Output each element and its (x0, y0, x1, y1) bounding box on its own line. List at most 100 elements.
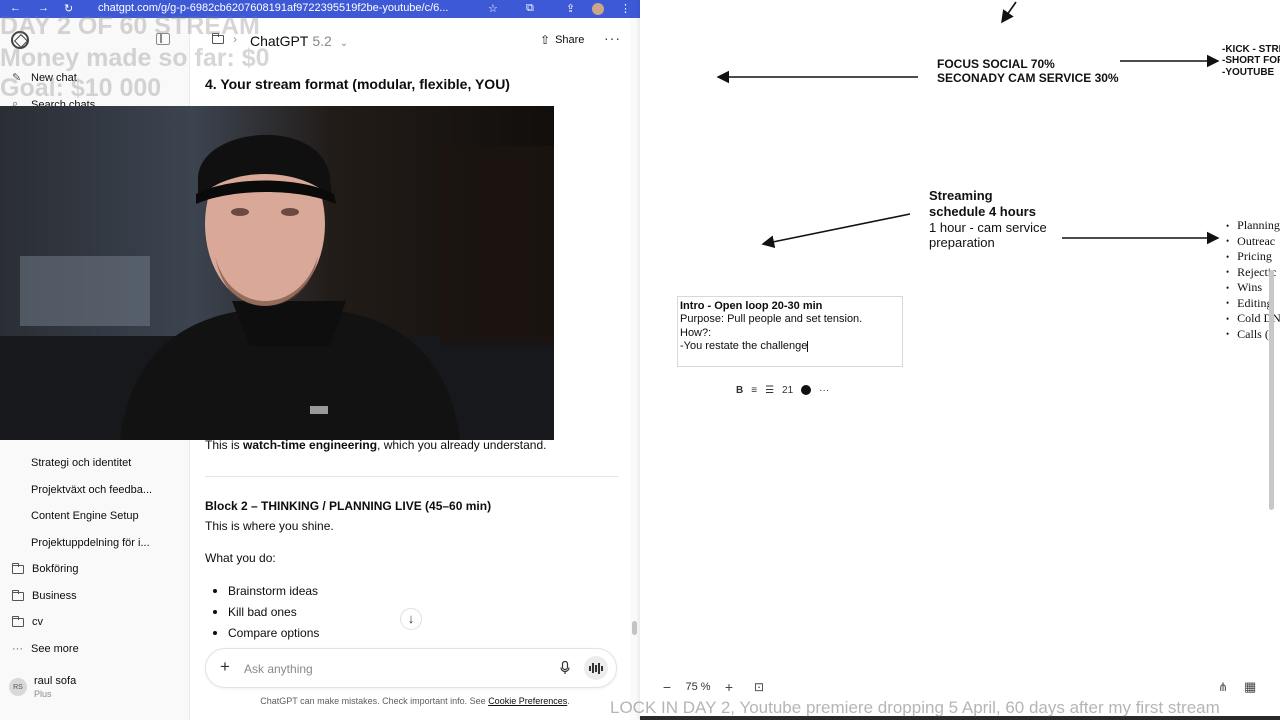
list-item: Outreac (1226, 234, 1280, 250)
divider (205, 476, 618, 477)
arrow[interactable] (1001, 1, 1017, 24)
font-size-value[interactable]: 21 (782, 385, 793, 396)
more-dots-icon: ··· (12, 643, 23, 655)
model-name: ChatGPT (250, 33, 309, 49)
disclaimer-text: ChatGPT can make mistakes. Check importa… (260, 696, 489, 706)
streaming-hours[interactable]: schedule 4 hours (929, 204, 1036, 219)
webcam-feed (0, 106, 554, 440)
disclaimer-text: . (567, 696, 570, 706)
watch-time-paragraph: This is watch-time engineering, which yo… (205, 438, 625, 452)
screen: ← → ↻ chatgpt.com/g/g-p-6982cb6207608191… (0, 0, 1280, 720)
folder-icon (12, 615, 24, 627)
project-chat-item[interactable]: Strategi och identitet (31, 457, 131, 469)
list-item-text: Kill bad ones (228, 605, 297, 619)
bookmark-star-icon[interactable]: ☆ (488, 2, 498, 15)
intro-text-box[interactable]: Intro - Open loop 20-30 min Purpose: Pul… (677, 296, 903, 367)
bullet-list-icon[interactable]: ☰ (765, 385, 774, 396)
board-scrollbar[interactable] (1269, 270, 1274, 510)
text-format-toolbar: B ≡ ☰ 21 ··· (736, 380, 829, 400)
bold-icon[interactable]: B (736, 385, 743, 396)
share-page-icon[interactable]: ⇪ (566, 2, 575, 15)
cam-service-text[interactable]: 1 hour - cam service (929, 220, 1047, 235)
preparation-text[interactable]: preparation (929, 235, 995, 250)
align-left-icon[interactable]: ≡ (751, 385, 757, 396)
see-more-button[interactable]: ··· See more (12, 643, 79, 655)
folder-item-business[interactable]: Business (12, 589, 77, 602)
forward-icon[interactable]: → (38, 2, 49, 14)
folder-icon (12, 589, 24, 601)
what-you-do-label: What you do: (205, 551, 276, 565)
folder-item-bokforing[interactable]: Bokföring (12, 562, 78, 575)
microphone-icon[interactable] (560, 661, 570, 675)
browser-toolbar: ← → ↻ chatgpt.com/g/g-p-6982cb6207608191… (0, 0, 640, 18)
more-options-icon[interactable]: ··· (604, 30, 621, 46)
focus-social-text[interactable]: FOCUS SOCIAL 70% (937, 57, 1055, 71)
add-attachment-icon[interactable]: + (220, 657, 230, 677)
folder-item-cv[interactable]: cv (12, 615, 43, 628)
chevron-down-icon: ⌄ (339, 38, 349, 49)
streaming-title[interactable]: Streaming (929, 188, 993, 203)
share-nodes-icon[interactable]: ⋔ (1218, 680, 1228, 694)
user-name: raul sofa (34, 675, 77, 687)
arrow-down-icon: ↓ (407, 611, 415, 626)
back-icon[interactable]: ← (10, 2, 21, 14)
whiteboard-canvas[interactable]: FOCUS SOCIAL 70% SECONADY CAM SERVICE 30… (640, 0, 1280, 720)
section-heading: 4. Your stream format (modular, flexible… (205, 76, 510, 92)
cookie-preferences-link[interactable]: Cookie Preferences (488, 696, 567, 706)
voice-mode-button[interactable] (584, 656, 608, 680)
intro-how: How?: (680, 326, 712, 339)
intro-purpose: Purpose: Pull people and set tension. (680, 313, 863, 326)
platform-item[interactable]: -KICK - STRE (1222, 44, 1280, 55)
composer-input[interactable]: Ask anything (244, 662, 313, 676)
more-options-icon[interactable]: ··· (819, 385, 829, 396)
profile-avatar-icon[interactable] (592, 3, 604, 15)
project-folder-icon[interactable] (212, 33, 224, 44)
platform-item[interactable]: -YOUTUBE (1222, 67, 1274, 78)
extensions-icon[interactable]: ⧉ (526, 2, 534, 15)
block2-subtitle: This is where you shine. (205, 519, 334, 533)
chatgpt-logo-icon[interactable] (11, 31, 29, 49)
project-chat-item[interactable]: Content Engine Setup (31, 510, 139, 522)
scroll-to-bottom-button[interactable]: ↓ (400, 608, 422, 630)
platform-item[interactable]: -SHORT FOR (1222, 55, 1280, 66)
folder-icon (12, 562, 24, 574)
avatar: RS (9, 678, 27, 696)
new-chat-button[interactable]: ✎ New chat (12, 71, 77, 85)
text-color-swatch[interactable] (801, 385, 812, 395)
arrow[interactable] (761, 213, 911, 249)
compose-icon: ✎ (12, 72, 22, 84)
zoom-out-button[interactable]: − (658, 679, 676, 695)
intro-point: -You restate the challenge (680, 340, 900, 353)
secondary-cam-text[interactable]: SECONADY CAM SERVICE 30% (937, 71, 1119, 85)
project-chat-item[interactable]: Projektväxt och feedba... (31, 484, 152, 496)
list-item-text: Compare options (228, 626, 320, 640)
folder-label: Business (32, 590, 77, 602)
user-account[interactable]: RS raul sofa Plus (9, 675, 76, 699)
toggle-sidebar-icon[interactable] (156, 33, 170, 45)
zoom-level: 75 % (685, 681, 711, 693)
browser-menu-icon[interactable]: ⋮ (620, 2, 631, 15)
list-item: Planning (1226, 218, 1280, 234)
address-bar-url[interactable]: chatgpt.com/g/g-p-6982cb6207608191af9722… (98, 2, 448, 14)
fit-to-screen-icon[interactable]: ⊡ (750, 680, 768, 694)
scrollbar-thumb[interactable] (632, 621, 637, 635)
breadcrumb-chevron-icon: › (233, 32, 237, 46)
chat-header: › ChatGPT 5.2 ⌄ ⇧ Share ··· (190, 18, 640, 64)
disclaimer: ChatGPT can make mistakes. Check importa… (190, 696, 640, 706)
message-composer: + Ask anything (205, 648, 617, 688)
grid-icon[interactable]: ▦ (1244, 679, 1256, 695)
block2-heading: Block 2 – THINKING / PLANNING LIVE (45–6… (205, 499, 492, 513)
chat-scrollbar[interactable] (630, 18, 640, 720)
zoom-in-button[interactable]: + (720, 679, 738, 695)
model-selector[interactable]: ChatGPT 5.2 ⌄ (250, 33, 348, 49)
webcam-person-image (0, 106, 554, 440)
user-plan: Plus (34, 689, 52, 699)
folder-label: cv (32, 616, 43, 628)
reload-icon[interactable]: ↻ (64, 2, 73, 15)
paragraph-text: , which you already understand. (377, 438, 547, 452)
model-version: 5.2 (312, 33, 332, 49)
project-chat-item[interactable]: Projektuppdelning för i... (31, 537, 150, 549)
share-button[interactable]: ⇧ Share (540, 33, 584, 47)
list-item: Pricing (1226, 249, 1280, 265)
intro-title: Intro - Open loop 20-30 min (680, 300, 823, 312)
